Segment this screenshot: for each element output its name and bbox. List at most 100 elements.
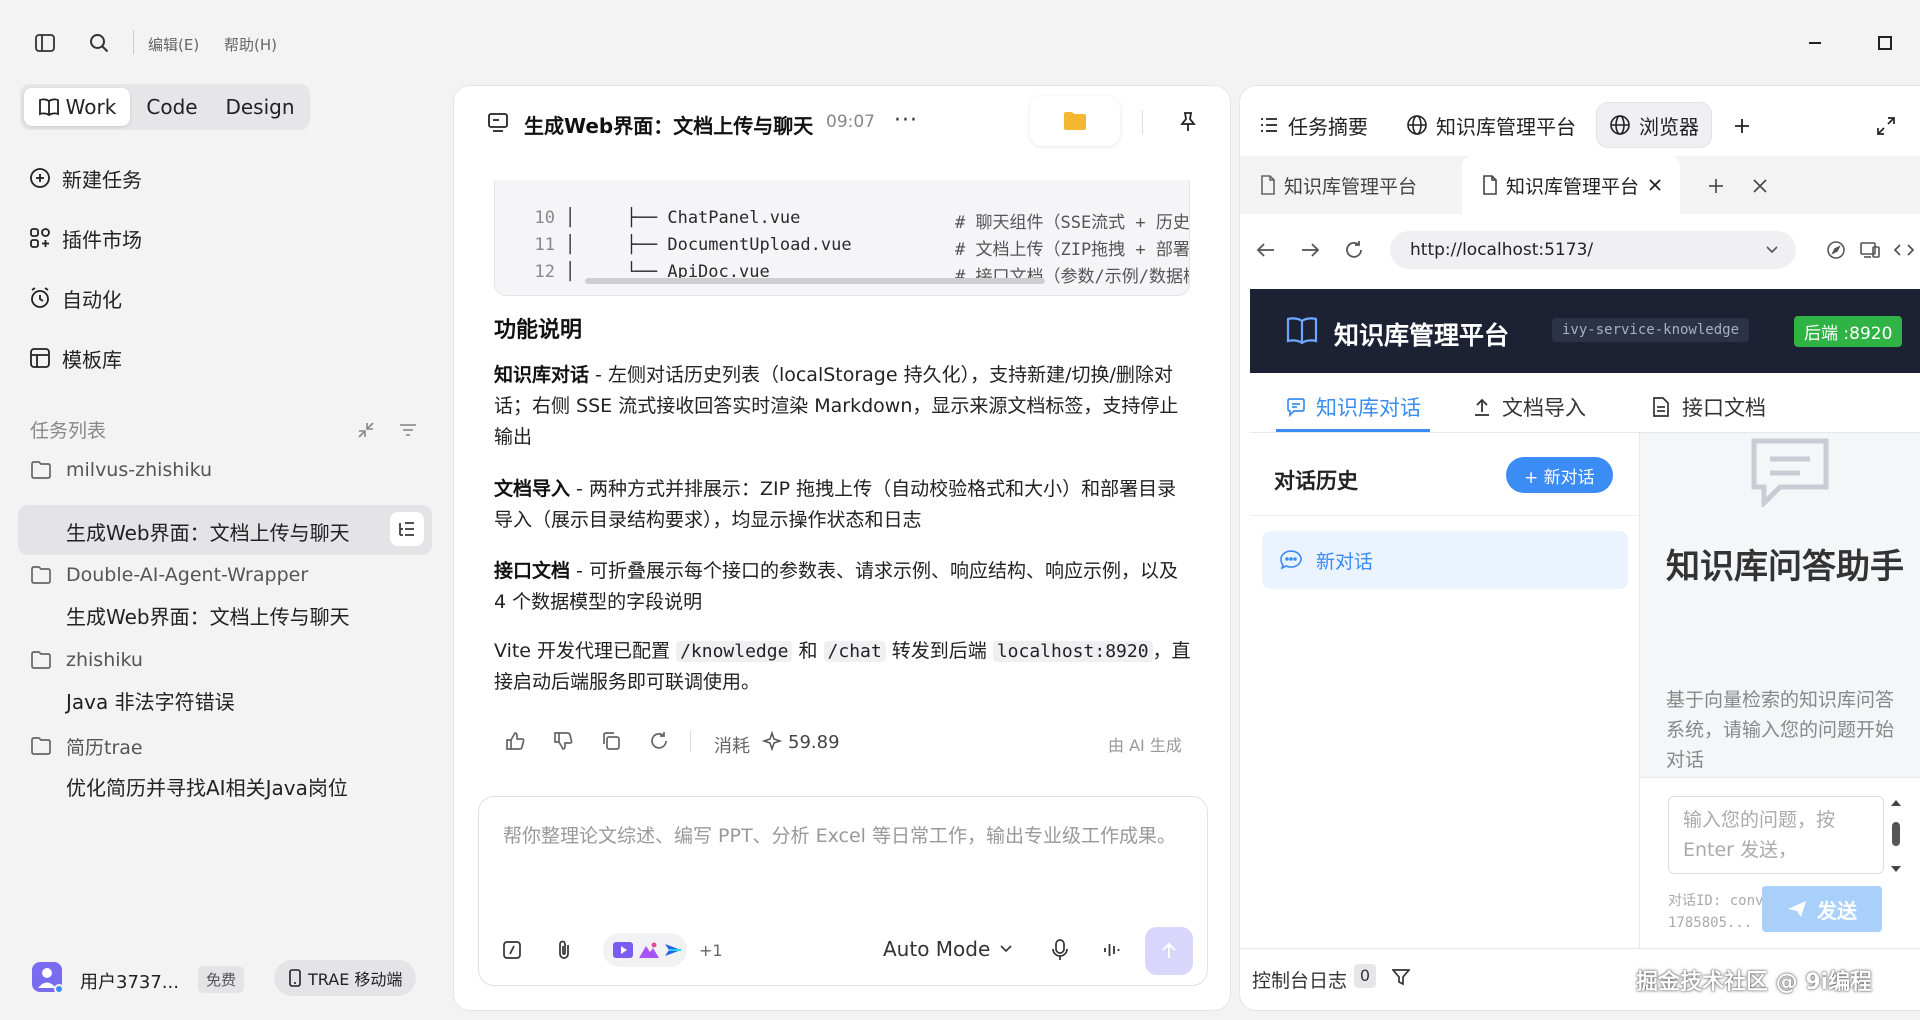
folder-label: zhishiku	[66, 649, 143, 671]
filter-icon[interactable]	[396, 418, 420, 442]
close-tab-icon[interactable]	[1649, 179, 1661, 191]
thumbs-up-icon[interactable]	[504, 730, 528, 754]
chat-title: 生成Web界面：文档上传与聊天	[524, 114, 814, 138]
search-icon[interactable]	[86, 30, 112, 56]
browser-tab-label: 知识库管理平台	[1506, 175, 1640, 198]
send-question-button[interactable]: 发送	[1762, 886, 1882, 932]
webapp-viewport: 知识库管理平台 ivy-service-knowledge 后端 :8920 知…	[1250, 289, 1920, 949]
vite-paragraph: Vite 开发代理已配置 /knowledge 和 /chat 转发到后端 lo…	[494, 640, 1191, 693]
code-icon[interactable]	[1892, 238, 1916, 262]
attachment-icon[interactable]	[551, 937, 577, 963]
mobile-app-button[interactable]: TRAE 移动端	[274, 960, 417, 996]
cost-label: 消耗	[714, 736, 750, 757]
task-label[interactable]: 生成Web界面：文档上传与聊天	[66, 601, 350, 630]
upload-icon	[1472, 397, 1492, 417]
address-url: http://localhost:5173/	[1410, 240, 1594, 260]
skills-more-count[interactable]: +1	[699, 941, 723, 960]
mode-work-button[interactable]: Work	[24, 88, 130, 126]
pin-icon[interactable]	[1174, 108, 1202, 136]
assistant-title: 知识库问答助手	[1666, 547, 1904, 587]
chevron-down-icon	[1000, 945, 1012, 953]
menu-edit[interactable]: 编辑(E)	[148, 34, 199, 55]
question-input[interactable]: 输入您的问题，按 Enter 发送，	[1668, 796, 1884, 874]
divider	[1240, 948, 1920, 949]
mode-selector[interactable]: Auto Mode	[883, 937, 1012, 961]
menu-help[interactable]: 帮助(H)	[224, 34, 277, 55]
code-line: 12 │ └── ApiDoc.vue # 接口文档（参数/示例/数据模	[534, 262, 1190, 287]
console-log-label[interactable]: 控制台日志	[1252, 966, 1347, 993]
webapp-tab-import[interactable]: 文档导入	[1472, 385, 1586, 429]
conversation-label: 新对话	[1316, 550, 1374, 573]
feature-paragraph: 文档导入 - 两种方式并排展示：ZIP 拖拽上传（自动校验格式和大小）和部署目录…	[494, 478, 1177, 531]
sidebar-toggle-icon[interactable]	[32, 30, 58, 56]
webapp-title: 知识库管理平台	[1334, 321, 1510, 350]
task-label[interactable]: 优化简历并寻找AI相关Java岗位	[66, 772, 348, 801]
thumbs-down-icon[interactable]	[552, 730, 576, 754]
folder-item[interactable]: Double-AI-Agent-Wrapper	[30, 559, 308, 591]
close-icon[interactable]	[1750, 176, 1770, 196]
new-chat-button[interactable]: + 新对话	[1506, 457, 1613, 493]
feature-paragraph: 知识库对话 - 左侧对话历史列表（localStorage 持久化），支持新建/…	[494, 364, 1179, 448]
forward-icon[interactable]	[1298, 238, 1322, 262]
folder-icon	[30, 735, 52, 757]
browser-tab-active[interactable]: 知识库管理平台	[1482, 156, 1661, 214]
composer-input[interactable]: 帮你整理论文综述、编写 PPT、分析 Excel 等日常工作，输出专业级工作成果…	[503, 821, 1193, 852]
folder-icon	[30, 459, 52, 481]
collapse-icon[interactable]	[354, 418, 378, 442]
webapp-tab-api[interactable]: 接口文档	[1652, 385, 1766, 429]
send-button[interactable]	[1145, 927, 1193, 975]
folder-item[interactable]: 简历trae	[30, 730, 143, 762]
browser-tab[interactable]: 知识库管理平台	[1260, 156, 1417, 214]
nav-plugin-market[interactable]: 插件市场	[28, 220, 142, 256]
chevron-down-icon[interactable]	[1766, 246, 1778, 254]
address-bar[interactable]: http://localhost:5173/	[1390, 231, 1796, 269]
skills-badge[interactable]	[603, 933, 687, 967]
plan-badge: 免费	[198, 966, 245, 993]
mode-switcher: Work Code Design	[20, 84, 310, 130]
reload-icon[interactable]	[1342, 238, 1366, 262]
user-name[interactable]: 用户3737...	[80, 968, 179, 994]
compass-icon[interactable]	[1824, 238, 1848, 262]
horizontal-scrollbar[interactable]	[585, 278, 1045, 284]
task-label[interactable]: Java 非法字符错误	[66, 686, 235, 715]
code-line: 11 │ ├── DocumentUpload.vue # 文档上传（ZIP拖拽 +…	[534, 235, 1190, 260]
back-icon[interactable]	[1254, 238, 1278, 262]
mode-code-button[interactable]: Code	[132, 88, 212, 126]
webapp-header: 知识库管理平台 ivy-service-knowledge 后端 :8920	[1250, 289, 1920, 373]
microphone-icon[interactable]	[1047, 937, 1073, 963]
folder-item[interactable]: milvus-zhishiku	[30, 454, 212, 486]
conversation-item[interactable]: 新对话	[1262, 531, 1628, 589]
expand-icon[interactable]	[1874, 114, 1898, 138]
webapp-tab-chat[interactable]: 知识库对话	[1286, 385, 1421, 429]
add-tab-icon[interactable]	[1730, 114, 1754, 138]
device-icon[interactable]	[1858, 238, 1882, 262]
copy-icon[interactable]	[600, 730, 624, 754]
input-scrollbar[interactable]	[1890, 798, 1902, 874]
new-browser-tab-icon[interactable]	[1706, 176, 1726, 196]
slash-command-icon[interactable]	[499, 937, 525, 963]
voice-wave-icon[interactable]	[1099, 937, 1125, 963]
service-badge: ivy-service-knowledge	[1552, 318, 1750, 342]
refresh-icon[interactable]	[648, 730, 672, 754]
nav-automation[interactable]: 自动化	[28, 280, 122, 316]
sparkle-icon	[762, 731, 782, 751]
maximize-icon[interactable]	[1872, 30, 1898, 56]
tab-task-summary[interactable]: 任务摘要	[1246, 102, 1380, 148]
composer[interactable]: 帮你整理论文综述、编写 PPT、分析 Excel 等日常工作，输出专业级工作成果…	[478, 796, 1208, 986]
more-icon[interactable]: ···	[894, 108, 918, 133]
folder-icon	[30, 564, 52, 586]
avatar[interactable]	[32, 962, 64, 994]
mode-design-button[interactable]: Design	[214, 88, 306, 126]
tab-browser[interactable]: 浏览器	[1596, 102, 1712, 148]
chat-time: 09:07	[826, 112, 875, 132]
folder-label: milvus-zhishiku	[66, 459, 213, 481]
nav-new-task[interactable]: 新建任务	[28, 160, 142, 196]
task-outline-icon[interactable]	[390, 512, 424, 546]
minimize-icon[interactable]	[1802, 30, 1828, 56]
open-folder-button[interactable]	[1030, 96, 1120, 146]
tab-knowledge-platform[interactable]: 知识库管理平台	[1394, 102, 1588, 148]
code-block: 10 │ ├── ChatPanel.vue # 聊天组件（SSE流式 + 历史 1…	[494, 180, 1190, 296]
folder-item[interactable]: zhishiku	[30, 644, 143, 676]
funnel-icon[interactable]	[1392, 968, 1410, 986]
nav-template-library[interactable]: 模板库	[28, 340, 122, 376]
